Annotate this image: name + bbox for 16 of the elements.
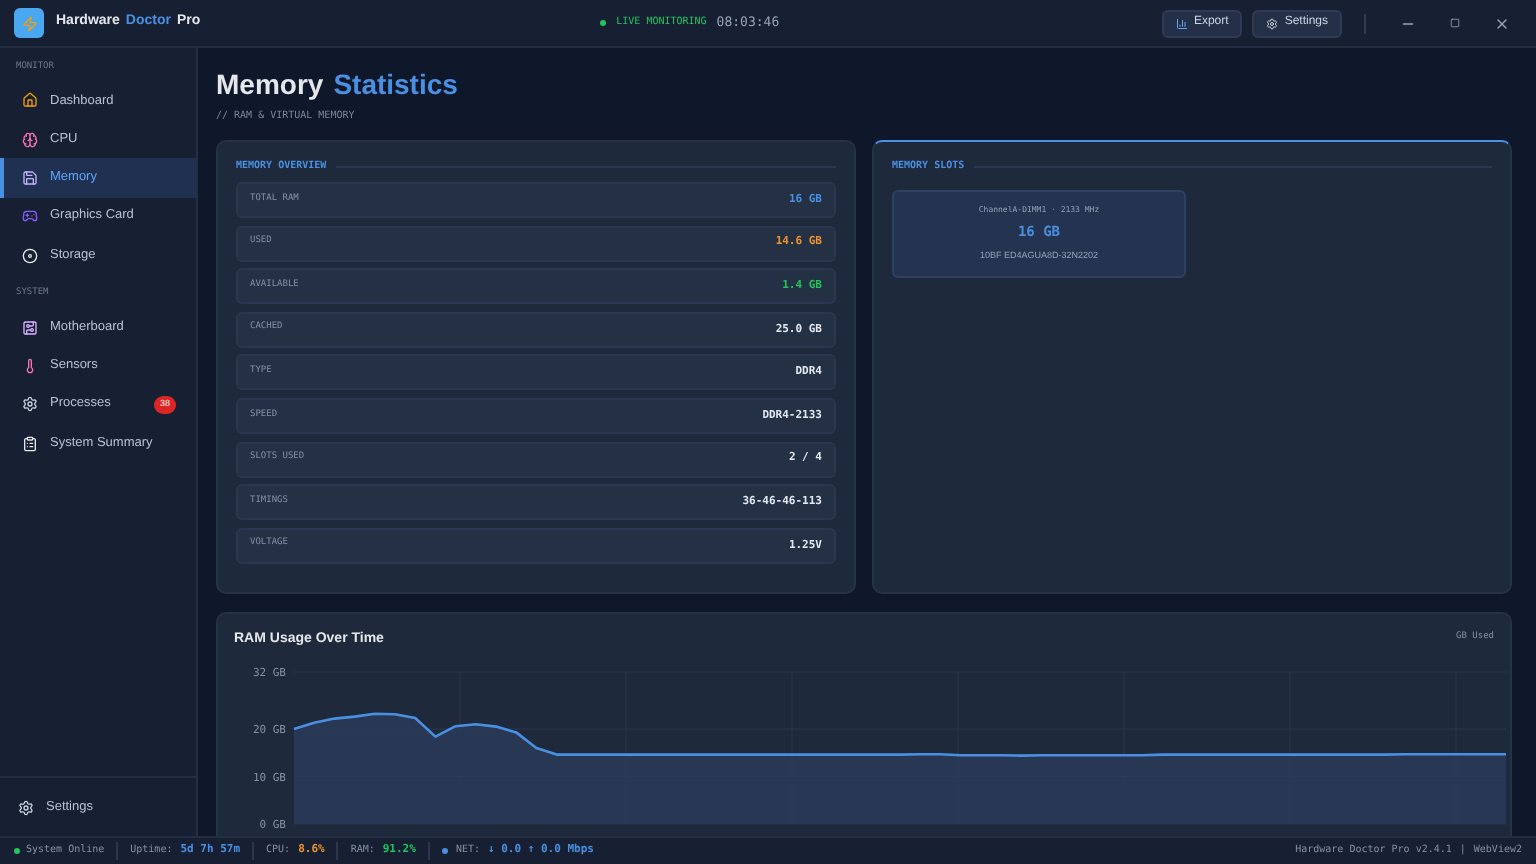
clipboard-icon [22, 435, 38, 452]
maximize-icon[interactable] [1450, 18, 1460, 28]
house-icon [22, 92, 38, 109]
app-logo-icon [14, 8, 44, 38]
disc-icon [22, 247, 38, 264]
bar-chart-icon [1175, 17, 1188, 29]
gear-icon [22, 396, 38, 413]
brain-icon [22, 131, 38, 148]
thermometer-icon [22, 357, 38, 374]
gamepad-icon [22, 208, 38, 225]
close-icon[interactable] [1494, 15, 1510, 31]
settings-icon [1266, 17, 1279, 29]
circuit-board-icon [22, 319, 38, 336]
page-title: Statistics [333, 68, 458, 100]
settings-icon [18, 799, 34, 815]
page-title: Memory [216, 68, 324, 100]
